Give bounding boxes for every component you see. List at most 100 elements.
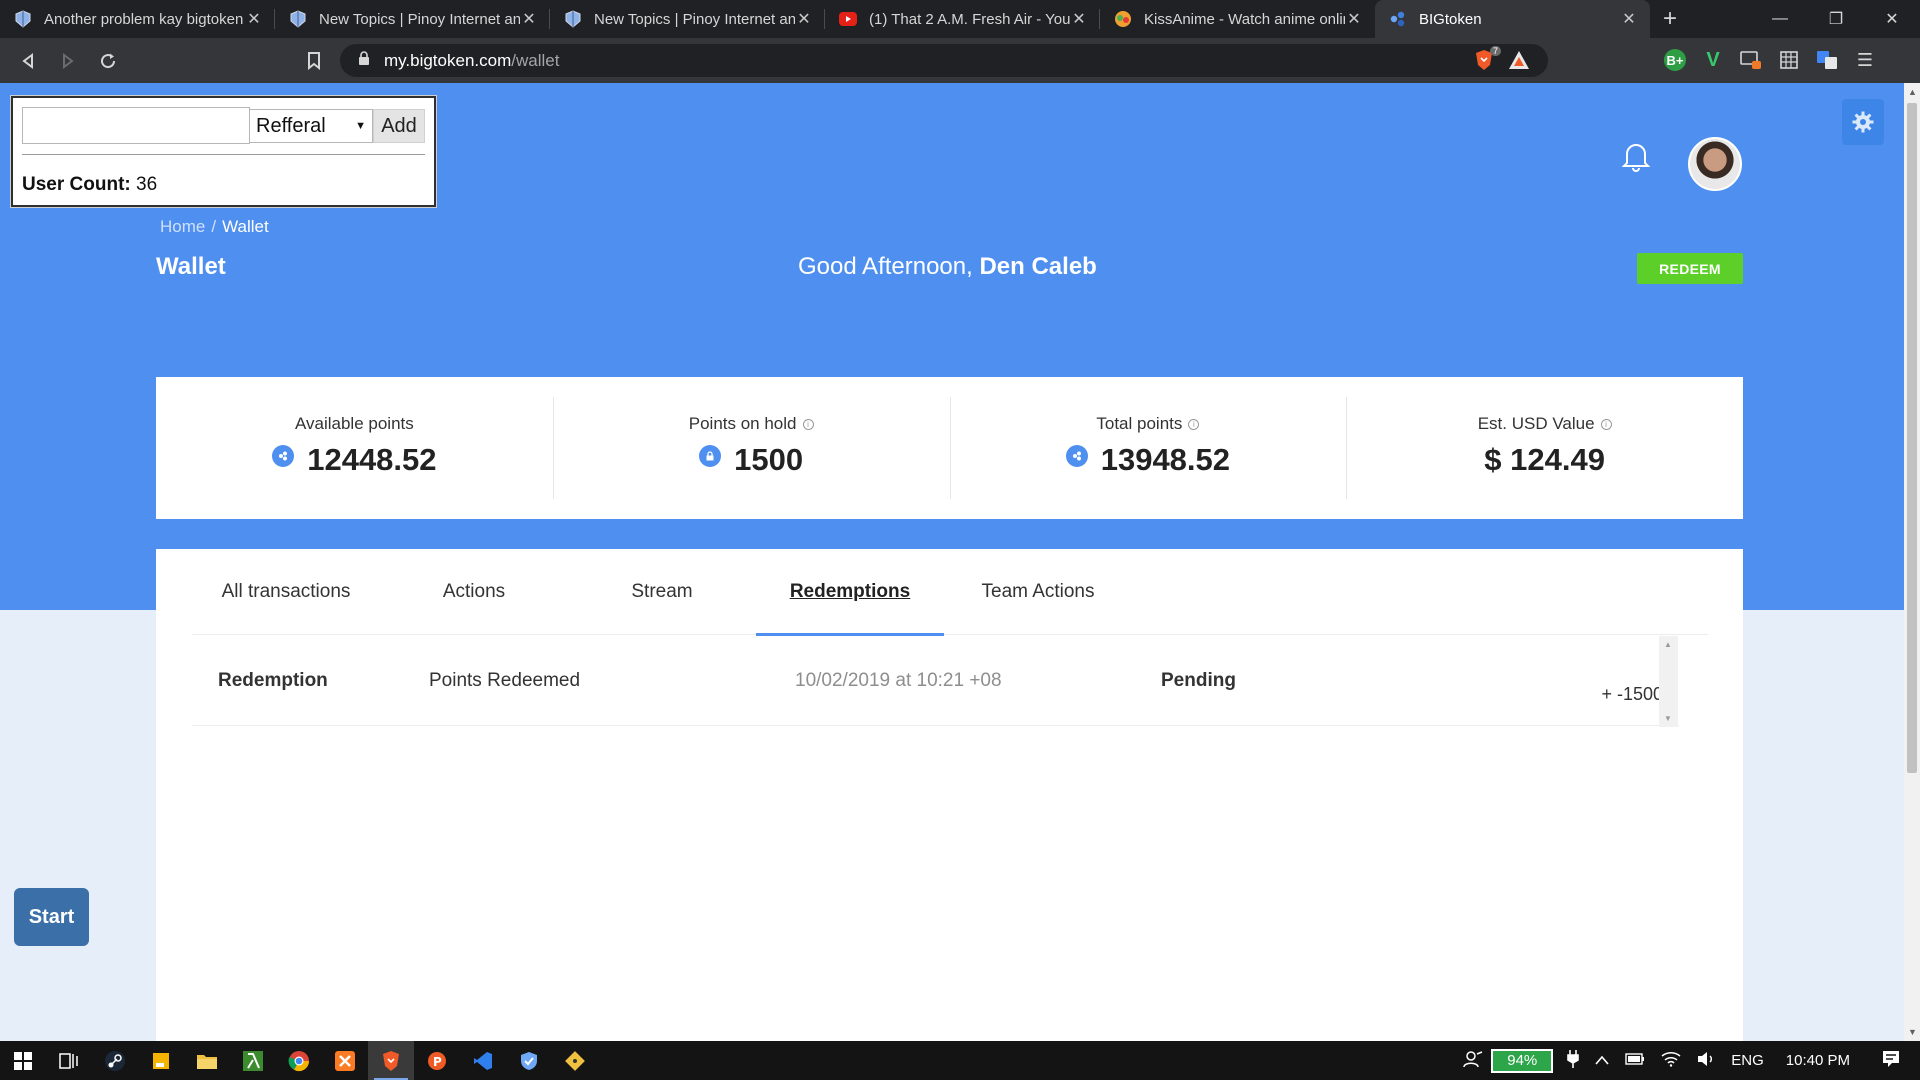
browser-tab[interactable]: (1) That 2 A.M. Fresh Air - YouTube ✕ [825, 0, 1100, 38]
close-icon[interactable]: ✕ [1070, 9, 1088, 29]
tab-label: Redemptions [789, 581, 911, 602]
back-icon[interactable] [8, 38, 48, 83]
transaction-date: 10/02/2019 at 10:21 +08 [795, 669, 1002, 691]
info-icon[interactable]: i [1188, 418, 1200, 430]
page-title: Wallet [156, 253, 226, 280]
lock-icon [358, 50, 370, 71]
browser-tab[interactable]: New Topics | Pinoy Internet and ✕ [275, 0, 550, 38]
scroll-up-icon[interactable]: ▲ [1908, 87, 1917, 97]
bigtoken-coin-icon [1065, 445, 1088, 467]
close-icon[interactable]: ✕ [1620, 9, 1638, 29]
tab-title: BIGtoken [1419, 10, 1482, 28]
windows-taskbar: P 94% ENG 10:40 PM [0, 1041, 1920, 1080]
close-window-icon[interactable]: ✕ [1864, 0, 1920, 38]
browser-menu-icon[interactable]: ☰ [1854, 49, 1876, 71]
brave-shield-icon[interactable]: 7 [1474, 46, 1501, 76]
youtube-icon [839, 10, 857, 28]
gear-icon [1852, 111, 1874, 133]
bookmark-icon[interactable] [294, 38, 334, 83]
browser-tab[interactable]: Another problem kay bigtoken ✕ [0, 0, 275, 38]
wifi-icon[interactable] [1661, 1051, 1681, 1071]
window-controls: — ❐ ✕ [1752, 0, 1920, 38]
extension-calendar-icon[interactable] [1778, 49, 1800, 71]
scroll-up-icon[interactable]: ▲ [1664, 640, 1672, 649]
minimize-icon[interactable]: — [1752, 0, 1808, 38]
battery-indicator[interactable]: 94% [1491, 1048, 1554, 1073]
transaction-type: Redemption [218, 669, 328, 691]
brave-browser-icon[interactable] [368, 1041, 414, 1080]
add-button[interactable]: Add [373, 109, 425, 143]
file-explorer-icon[interactable] [184, 1041, 230, 1080]
sticky-folder-icon[interactable] [138, 1041, 184, 1080]
git-icon[interactable] [552, 1041, 598, 1080]
stat-value-text: $ 124.49 [1484, 442, 1605, 477]
browser-tab[interactable]: KissAnime - Watch anime online ✕ [1100, 0, 1375, 38]
referral-input[interactable] [22, 107, 250, 144]
steam-icon[interactable] [92, 1041, 138, 1080]
breadcrumb-home[interactable]: Home [160, 217, 205, 236]
windows-start-icon[interactable] [0, 1041, 46, 1080]
page-scrollbar[interactable]: ▲ ▼ [1904, 83, 1920, 1041]
scroll-down-icon[interactable]: ▼ [1664, 714, 1672, 723]
power-plug-icon[interactable] [1567, 1049, 1580, 1072]
transaction-tabs: All transactions Actions Stream Redempti… [192, 549, 1708, 636]
notifications-bell-icon[interactable] [1621, 140, 1651, 177]
reload-icon[interactable] [88, 38, 128, 83]
chrome-icon[interactable] [276, 1041, 322, 1080]
people-icon[interactable] [1463, 1050, 1483, 1072]
action-center-icon[interactable] [1882, 1050, 1900, 1072]
battery-icon[interactable] [1625, 1052, 1645, 1069]
browser-tab-active[interactable]: BIGtoken ✕ [1375, 0, 1650, 38]
task-view-icon[interactable] [46, 1041, 92, 1080]
stat-label-text: Est. USD Value [1477, 414, 1595, 433]
tab-actions[interactable]: Actions [380, 549, 568, 635]
close-icon[interactable]: ✕ [520, 9, 538, 29]
info-icon[interactable]: i [1600, 418, 1612, 430]
stat-label: Points on hold i [689, 414, 814, 434]
redeem-button[interactable]: REDEEM [1637, 253, 1743, 284]
address-bar-actions: 7 [1474, 46, 1530, 76]
tab-all-transactions[interactable]: All transactions [192, 549, 380, 635]
new-tab-button[interactable]: + [1650, 0, 1690, 38]
extension-v-icon[interactable]: V [1702, 49, 1724, 71]
extension-icons: B+ V ☰ [1664, 45, 1876, 75]
vpn-shield-icon[interactable] [506, 1041, 552, 1080]
extension-bplus-icon[interactable]: B+ [1664, 49, 1686, 71]
browser-tab[interactable]: New Topics | Pinoy Internet and ✕ [550, 0, 825, 38]
stat-label-text: Points on hold [688, 414, 797, 433]
input-language[interactable]: ENG [1731, 1052, 1764, 1069]
settings-button[interactable] [1842, 99, 1884, 145]
tab-title: KissAnime - Watch anime online [1144, 10, 1345, 28]
restore-icon[interactable]: ❐ [1808, 0, 1864, 38]
extension-monitor-icon[interactable] [1740, 49, 1762, 71]
postman-icon[interactable]: P [414, 1041, 460, 1080]
close-icon[interactable]: ✕ [245, 9, 263, 29]
chevron-up-icon[interactable] [1595, 1052, 1609, 1069]
tab-team-actions[interactable]: Team Actions [944, 549, 1132, 635]
forward-icon[interactable] [48, 38, 88, 83]
svg-text:P: P [433, 1055, 442, 1069]
scroll-down-icon[interactable]: ▼ [1908, 1027, 1917, 1037]
tab-redemptions[interactable]: Redemptions [756, 549, 944, 636]
start-button[interactable]: Start [14, 888, 89, 946]
referral-type-select[interactable]: Refferal ▼ [250, 109, 373, 143]
scrollbar-thumb[interactable] [1907, 103, 1917, 773]
lambda-app-icon[interactable] [230, 1041, 276, 1080]
speaker-icon[interactable] [1697, 1051, 1715, 1071]
vscode-icon[interactable] [460, 1041, 506, 1080]
brave-rewards-icon[interactable] [1508, 50, 1530, 75]
tab-stream[interactable]: Stream [568, 549, 756, 635]
browser-toolbar: my.bigtoken.com/wallet 7 B+ V ☰ [0, 38, 1920, 83]
translate-icon[interactable] [1816, 49, 1838, 71]
breadcrumb: Home / Wallet [160, 217, 269, 237]
info-icon[interactable]: i [802, 418, 814, 430]
user-avatar[interactable] [1688, 137, 1742, 191]
xampp-icon[interactable] [322, 1041, 368, 1080]
clock[interactable]: 10:40 PM [1786, 1052, 1850, 1069]
close-icon[interactable]: ✕ [795, 9, 813, 29]
pinoy-icon [289, 10, 307, 28]
close-icon[interactable]: ✕ [1345, 9, 1363, 29]
table-row[interactable]: Redemption Points Redeemed 10/02/2019 at… [192, 636, 1679, 726]
address-bar[interactable]: my.bigtoken.com/wallet 7 [340, 44, 1548, 77]
table-scrollbar[interactable]: ▲ ▼ [1659, 636, 1678, 727]
